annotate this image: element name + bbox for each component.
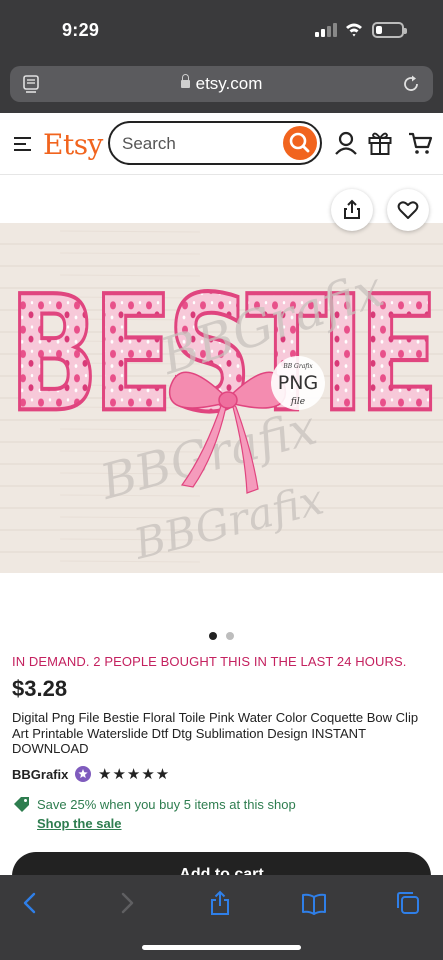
etsy-logo[interactable]: Etsy: [43, 128, 103, 161]
product-gallery[interactable]: BESTIE BBGrafix BBGrafix BBGrafix BB Gra…: [0, 175, 443, 640]
account-icon[interactable]: [333, 130, 359, 156]
gift-icon[interactable]: [367, 130, 393, 156]
badge-line-1: BB Grafix: [282, 363, 313, 370]
favorite-button[interactable]: [387, 189, 429, 231]
shop-sale-link[interactable]: Shop the sale: [37, 816, 122, 831]
bookmarks-icon[interactable]: [301, 890, 327, 916]
pagination-dot-active[interactable]: [209, 632, 217, 640]
search-icon: [289, 132, 310, 153]
browser-toolbar: [0, 875, 443, 960]
pagination-dot[interactable]: [226, 632, 234, 640]
back-icon[interactable]: [18, 890, 44, 916]
search-input[interactable]: [122, 133, 272, 155]
status-bar: 9:29: [0, 0, 443, 58]
demand-notice: IN DEMAND. 2 PEOPLE BOUGHT THIS IN THE L…: [12, 654, 407, 669]
home-indicator: [142, 945, 301, 950]
reload-icon[interactable]: [401, 74, 421, 94]
star-seller-icon: [75, 766, 91, 782]
share-icon: [344, 199, 360, 219]
png-file-badge: BB Grafix PNG file: [271, 356, 325, 410]
search-box[interactable]: [108, 121, 322, 165]
hamburger-icon[interactable]: [14, 137, 31, 151]
browser-chrome-top: 9:29 etsy.com: [0, 0, 443, 113]
wifi-icon: [346, 23, 362, 37]
share-sheet-icon[interactable]: [207, 890, 233, 916]
search-button[interactable]: [283, 126, 317, 160]
product-image[interactable]: BESTIE BBGrafix BBGrafix BBGrafix BB Gra…: [0, 223, 443, 573]
tag-icon: [14, 797, 29, 812]
share-button[interactable]: [331, 189, 373, 231]
shop-name[interactable]: BBGrafix: [12, 767, 68, 782]
gallery-pagination[interactable]: [209, 632, 239, 642]
address-bar[interactable]: etsy.com: [10, 66, 433, 102]
heart-icon: [397, 201, 419, 219]
url-display[interactable]: etsy.com: [10, 74, 433, 94]
promo-text: Save 25% when you buy 5 items at this sh…: [37, 797, 296, 812]
price: $3.28: [12, 676, 68, 701]
cellular-signal-icon: [315, 23, 339, 37]
status-time: 9:29: [62, 20, 100, 40]
cart-icon[interactable]: [407, 130, 433, 156]
listing-title: Digital Png File Bestie Floral Toile Pin…: [12, 710, 419, 756]
badge-line-3: file: [290, 397, 305, 407]
forward-icon[interactable]: [113, 890, 139, 916]
site-header: Etsy: [0, 113, 443, 175]
url-text: etsy.com: [195, 74, 263, 93]
battery-icon: [372, 22, 407, 38]
lock-icon: [180, 74, 190, 88]
tabs-icon[interactable]: [395, 890, 421, 916]
badge-line-2: PNG: [278, 372, 318, 394]
rating-stars[interactable]: ★★★★★: [98, 765, 170, 783]
